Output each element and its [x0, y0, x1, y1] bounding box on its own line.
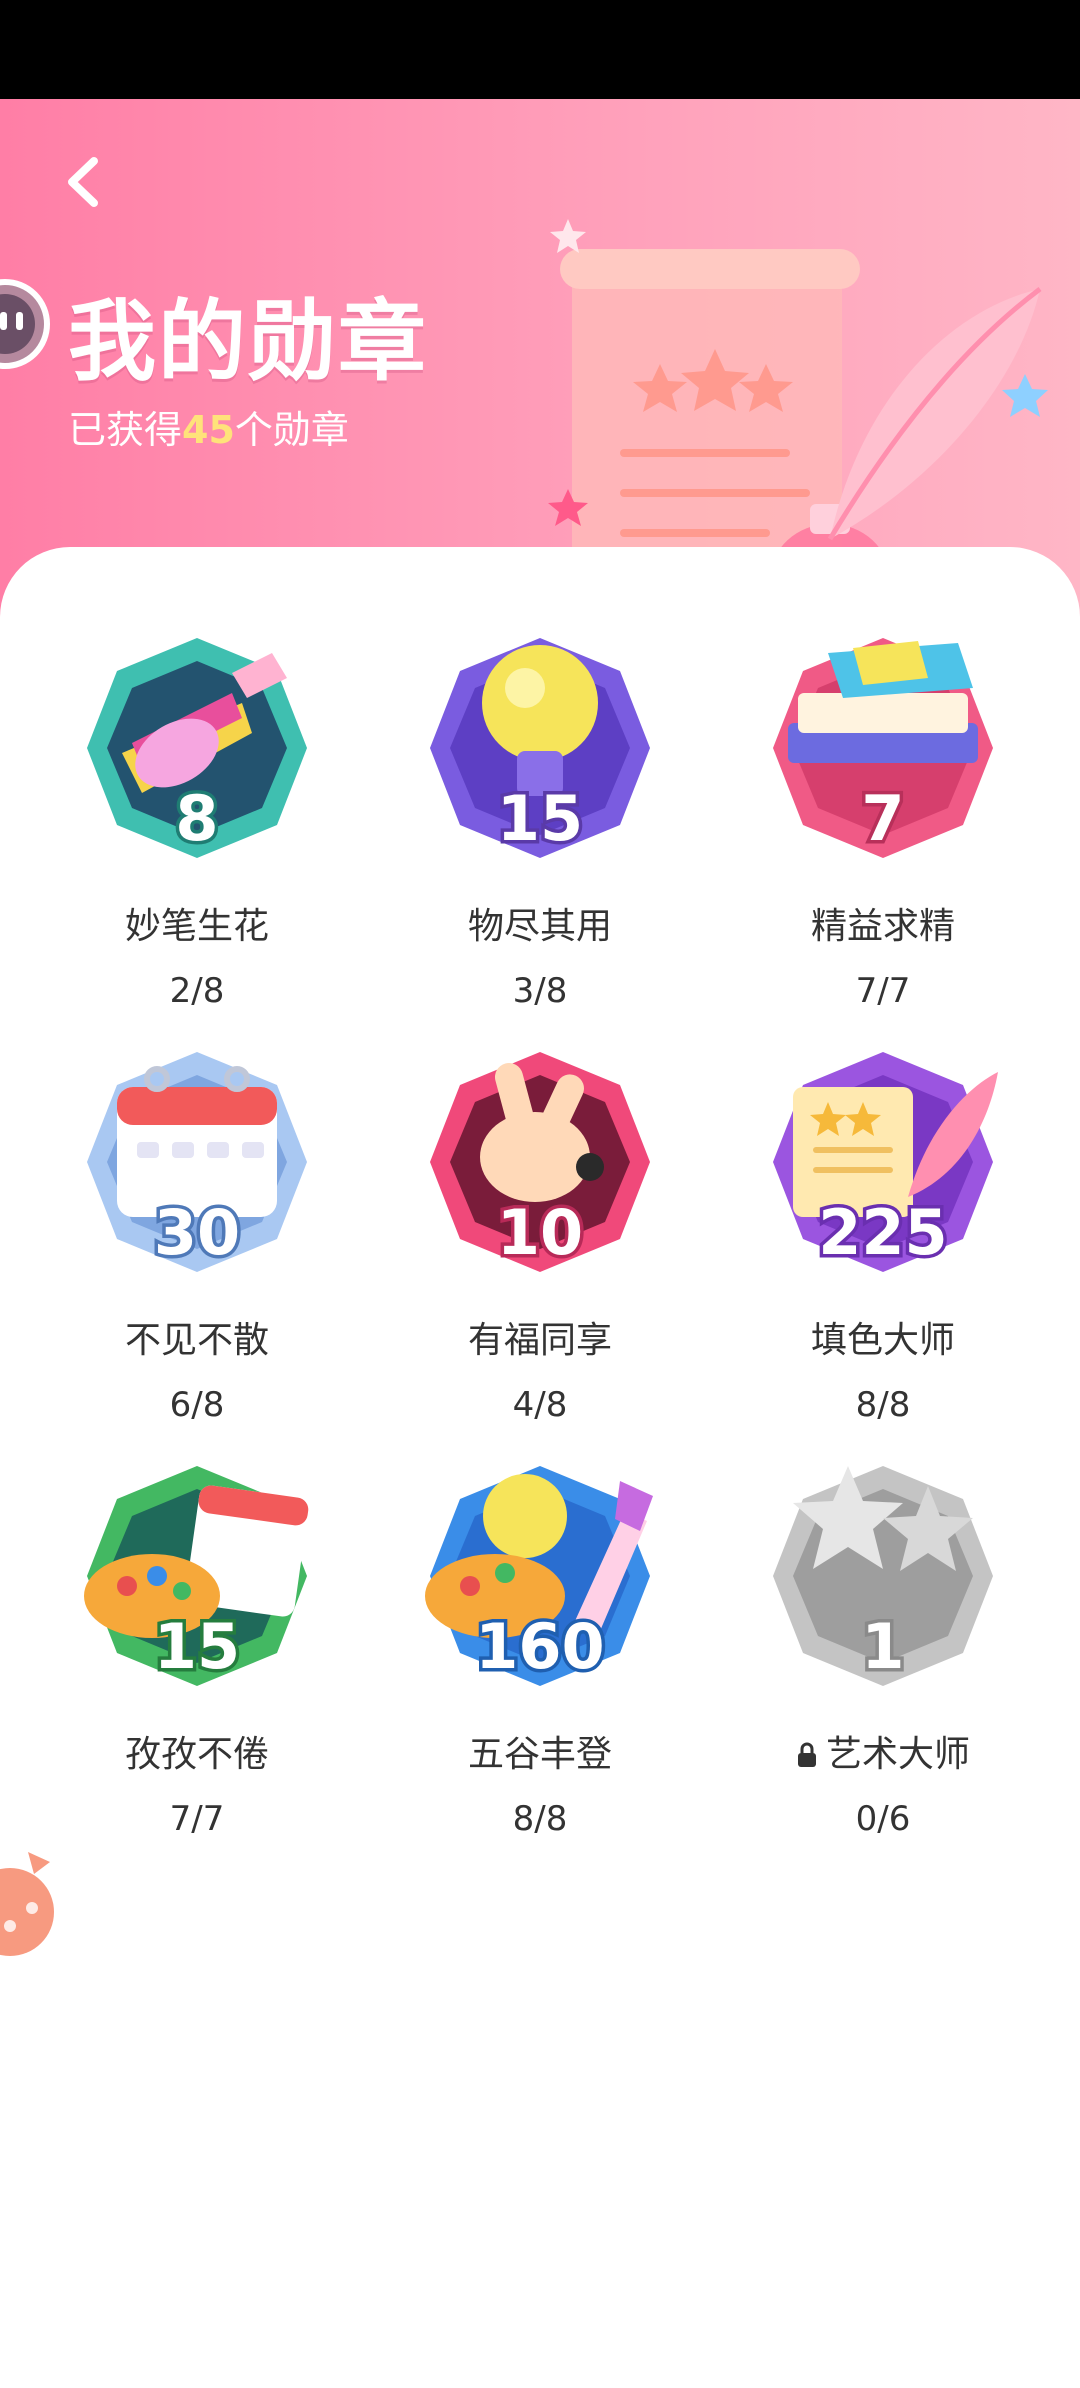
badge-level: 15 [493, 779, 586, 859]
badge-progress: 8/8 [855, 1385, 911, 1425]
badge-item[interactable]: 10 有福同享 4/8 [390, 1047, 690, 1425]
badge-item[interactable]: 8 妙笔生花 2/8 [47, 633, 347, 1011]
back-button[interactable] [50, 147, 120, 217]
summary-prefix: 已获得 [68, 408, 183, 452]
badge-name: 精益求精 [810, 906, 955, 947]
chevron-left-icon [68, 157, 98, 207]
badge-item[interactable]: 15 孜孜不倦 7/7 [47, 1461, 347, 1839]
badge-level: 7 [858, 779, 908, 859]
badge-item[interactable]: 225 填色大师 8/8 [733, 1047, 1033, 1425]
badge-medal: 7 [768, 633, 998, 863]
badge-item[interactable]: 7 精益求精 7/7 [733, 633, 1033, 1011]
badge-name: 有福同享 [467, 1320, 612, 1361]
badge-medal: 10 [425, 1047, 655, 1277]
badge-level: 160 [472, 1607, 608, 1687]
mascot-peek-icon [0, 279, 50, 369]
badge-name: 艺术大师 [733, 1725, 1033, 1777]
badge-medal: 160 [425, 1461, 655, 1691]
badge-level: 30 [150, 1193, 243, 1273]
badge-name: 五谷丰登 [467, 1734, 612, 1775]
badge-level: 15 [150, 1607, 243, 1687]
badge-medal: 8 [82, 633, 312, 863]
badge-medal: 30 [82, 1047, 312, 1277]
summary-count: 45 [182, 408, 235, 452]
badge-level: 225 [815, 1193, 951, 1273]
badge-level: 1 [858, 1607, 908, 1687]
badge-panel: 8 妙笔生花 2/8 15 物尽其用 3/8 7 精益求精 7/7 30 不见不… [0, 547, 1080, 2388]
badge-item[interactable]: 15 物尽其用 3/8 [390, 633, 690, 1011]
badge-name: 填色大师 [810, 1320, 955, 1361]
floating-mascot-button[interactable] [0, 1840, 80, 1980]
badge-medal: 1 [768, 1461, 998, 1691]
badge-level: 8 [172, 779, 222, 859]
badge-level: 10 [493, 1193, 586, 1273]
badge-medal: 15 [82, 1461, 312, 1691]
page-title: 我的勋章 [68, 290, 429, 393]
badge-progress: 0/6 [855, 1799, 911, 1839]
badge-progress: 4/8 [512, 1385, 568, 1425]
badge-name: 孜孜不倦 [124, 1734, 269, 1775]
badge-item[interactable]: 1 艺术大师 0/6 [733, 1461, 1033, 1839]
badge-progress: 2/8 [169, 971, 225, 1011]
status-bar [0, 0, 1080, 99]
badge-item[interactable]: 30 不见不散 6/8 [47, 1047, 347, 1425]
badge-medal: 225 [768, 1047, 998, 1277]
badge-progress: 7/7 [169, 1799, 225, 1839]
badge-progress: 3/8 [512, 971, 568, 1011]
lock-icon [797, 1742, 816, 1767]
badge-progress: 6/8 [169, 1385, 225, 1425]
badge-item[interactable]: 160 五谷丰登 8/8 [390, 1461, 690, 1839]
badge-progress: 7/7 [855, 971, 911, 1011]
badge-summary: 已获得45个勋章 [68, 399, 349, 454]
badge-name: 不见不散 [124, 1320, 269, 1361]
badge-progress: 8/8 [512, 1799, 568, 1839]
badge-medal: 15 [425, 633, 655, 863]
badge-name: 妙笔生花 [124, 906, 269, 947]
badge-name-text: 艺术大师 [825, 1734, 970, 1775]
badge-name: 物尽其用 [467, 906, 612, 947]
summary-suffix: 个勋章 [234, 408, 349, 452]
